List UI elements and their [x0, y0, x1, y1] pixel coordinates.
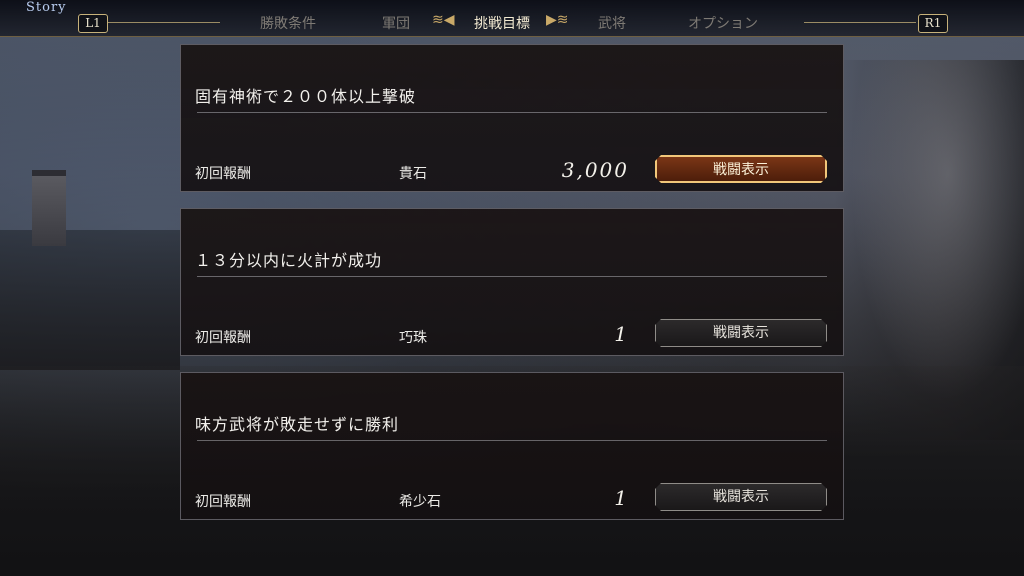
- story-mode-label: Story: [26, 0, 67, 15]
- show-battle-button[interactable]: 戦闘表示: [655, 319, 827, 347]
- first-reward-label: 初回報酬: [195, 330, 251, 346]
- tab-challenge-goals[interactable]: 挑戦目標: [474, 13, 530, 33]
- challenge-title: １３分以内に火計が成功: [195, 251, 383, 270]
- challenge-title: 味方武将が敗走せずに勝利: [195, 415, 400, 434]
- reward-quantity: 1: [614, 486, 629, 510]
- tab-options[interactable]: オプション: [688, 13, 758, 33]
- reward-item-name: 巧珠: [399, 330, 427, 346]
- reward-quantity: 3,000: [561, 158, 629, 182]
- divider: [197, 440, 827, 441]
- divider: [197, 112, 827, 113]
- tab-officers[interactable]: 武将: [598, 13, 626, 33]
- challenge-panel[interactable]: １３分以内に火計が成功 初回報酬 巧珠 1 戦闘表示: [180, 208, 844, 356]
- reward-item-name: 貴石: [399, 166, 427, 182]
- left-bracket-line: [108, 22, 220, 23]
- right-wing-ornament-icon: ▶≋: [546, 12, 569, 28]
- show-battle-button[interactable]: 戦闘表示: [655, 155, 827, 183]
- divider: [197, 276, 827, 277]
- right-bracket-line: [804, 22, 916, 23]
- top-navigation-bar: Story L1 勝敗条件 軍団 ≋◀ 挑戦目標 ▶≋ 武将 オプション R1: [0, 0, 1024, 37]
- challenge-panel[interactable]: 味方武将が敗走せずに勝利 初回報酬 希少石 1 戦闘表示: [180, 372, 844, 520]
- first-reward-label: 初回報酬: [195, 166, 251, 182]
- tab-army[interactable]: 軍団: [382, 13, 410, 33]
- challenge-panel[interactable]: 固有神術で２００体以上撃破 初回報酬 貴石 3,000 戦闘表示: [180, 44, 844, 192]
- left-wing-ornament-icon: ≋◀: [432, 12, 455, 28]
- first-reward-label: 初回報酬: [195, 494, 251, 510]
- show-battle-button[interactable]: 戦闘表示: [655, 483, 827, 511]
- tab-victory-conditions[interactable]: 勝敗条件: [260, 13, 316, 33]
- reward-quantity: 1: [614, 322, 629, 346]
- r1-bumper-button[interactable]: R1: [918, 14, 948, 33]
- reward-item-name: 希少石: [399, 494, 441, 510]
- background-city-ruins: [0, 230, 180, 370]
- background-watchtower: [32, 170, 66, 246]
- l1-bumper-button[interactable]: L1: [78, 14, 108, 33]
- challenge-title: 固有神術で２００体以上撃破: [195, 87, 417, 106]
